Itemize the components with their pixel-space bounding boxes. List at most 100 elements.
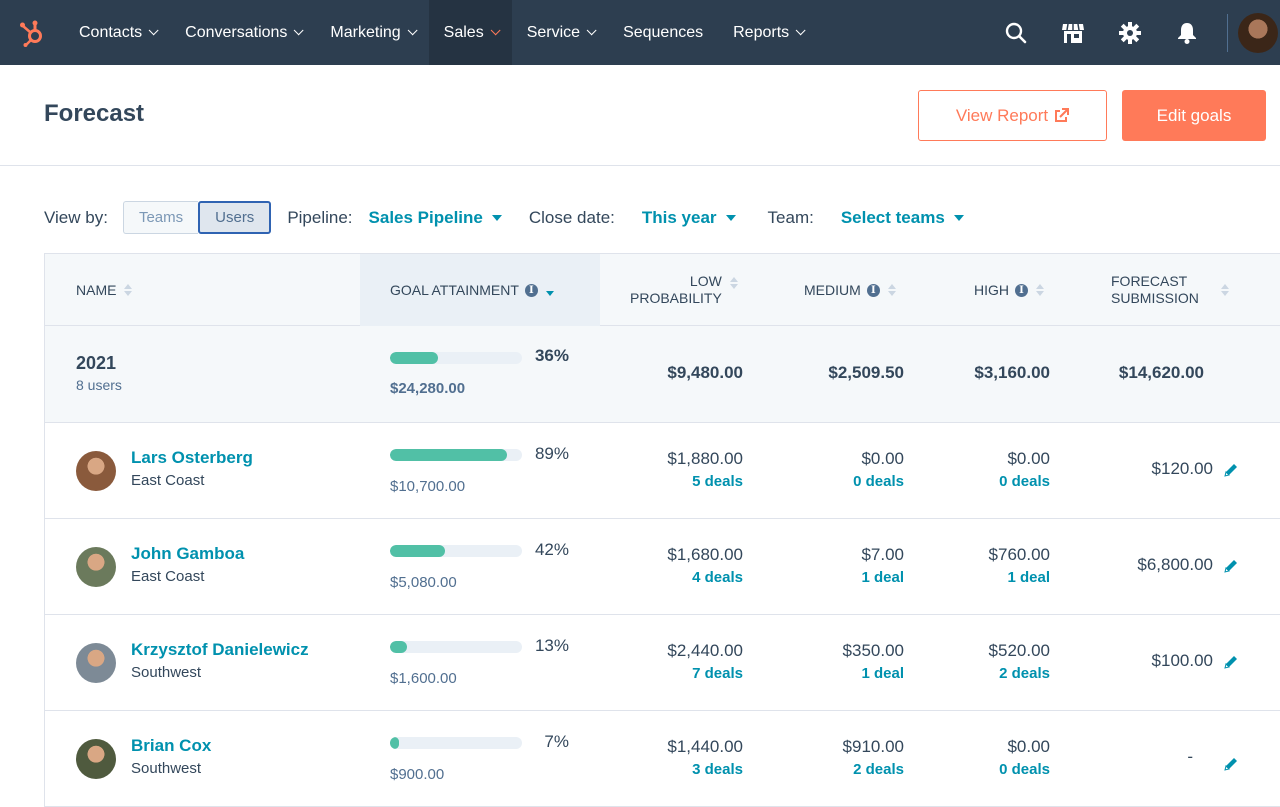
edit-pencil-icon[interactable]: [1222, 461, 1240, 479]
nav-item-contacts[interactable]: Contacts: [64, 0, 170, 65]
edit-goals-button[interactable]: Edit goals: [1122, 90, 1266, 141]
low-probability-amount: $2,440.00: [667, 641, 743, 660]
goal-progress-bar: [390, 545, 522, 557]
high-amount: $0.00: [1007, 449, 1050, 468]
low-probability-deals-link[interactable]: 7 deals: [692, 665, 743, 682]
high-deals-link[interactable]: 2 deals: [999, 665, 1050, 682]
notifications-icon[interactable]: [1158, 0, 1215, 65]
edit-pencil-icon[interactable]: [1222, 557, 1240, 575]
goal-amount: $10,700.00: [390, 478, 466, 495]
table-header: NAME GOAL ATTAINMENT i LOW PROBABILITY M…: [45, 254, 1280, 326]
high-total: $3,160.00: [974, 363, 1050, 382]
info-icon[interactable]: i: [866, 283, 880, 297]
chevron-down-icon: [407, 25, 418, 36]
nav-item-conversations[interactable]: Conversations: [170, 0, 315, 65]
edit-pencil-icon[interactable]: [1222, 755, 1240, 773]
column-header-low-probability[interactable]: LOW PROBABILITY: [630, 254, 738, 326]
column-label-line1: FORECAST: [1111, 273, 1188, 289]
summary-row: 2021 8 users 36% $24,280.00 $9,480.00 $2…: [45, 326, 1280, 423]
team-value: Select teams: [840, 207, 945, 227]
sort-icon: [1220, 284, 1229, 296]
caret-down-icon: [953, 214, 964, 221]
close-date-dropdown[interactable]: This year: [642, 208, 736, 228]
user-name-link[interactable]: Lars Osterberg: [131, 448, 253, 468]
goal-attainment-percent: 89%: [534, 444, 569, 463]
low-probability-deals-link[interactable]: 5 deals: [692, 473, 743, 490]
view-by-label: View by:: [44, 207, 108, 227]
search-icon[interactable]: [987, 0, 1044, 65]
goal-amount: $900.00: [390, 766, 445, 783]
column-header-goal-attainment[interactable]: GOAL ATTAINMENT i: [360, 254, 600, 326]
hubspot-logo-icon[interactable]: [0, 0, 64, 65]
settings-icon[interactable]: [1101, 0, 1158, 65]
pipeline-value: Sales Pipeline: [368, 207, 483, 227]
table-row: Krzysztof Danielewicz Southwest 13% $1,6…: [45, 615, 1280, 711]
view-by-toggle: Teams Users: [122, 201, 272, 234]
high-deals-link[interactable]: 0 deals: [999, 761, 1050, 778]
goal-progress-fill: [390, 641, 408, 653]
column-header-high[interactable]: HIGH i: [974, 254, 1044, 326]
sort-icon: [545, 284, 554, 296]
user-team: East Coast: [131, 472, 205, 489]
medium-deals-link[interactable]: 2 deals: [853, 761, 904, 778]
info-icon[interactable]: i: [1015, 283, 1028, 297]
view-by-teams[interactable]: Teams: [122, 201, 199, 234]
goal-amount: $5,080.00: [390, 574, 457, 591]
low-probability-deals-link[interactable]: 3 deals: [692, 761, 743, 778]
view-report-button[interactable]: View Report: [918, 90, 1107, 141]
edit-pencil-icon[interactable]: [1222, 653, 1240, 671]
high-deals-link[interactable]: 1 deal: [1007, 569, 1050, 586]
user-team: Southwest: [131, 760, 202, 777]
chevron-down-icon: [148, 25, 159, 36]
filter-bar: View by: Teams Users Pipeline: Sales Pip…: [44, 200, 964, 235]
low-probability-deals-link[interactable]: 4 deals: [692, 569, 743, 586]
nav-menu: Contacts Conversations Marketing Sales Servi…: [64, 0, 817, 65]
medium-amount: $350.00: [842, 641, 904, 660]
nav-item-service[interactable]: Service: [512, 0, 608, 65]
goal-progress-fill: [390, 352, 438, 364]
column-header-forecast-submission[interactable]: FORECAST SUBMISSION: [1111, 254, 1229, 326]
sort-icon: [124, 284, 133, 296]
nav-item-sales[interactable]: Sales: [428, 0, 512, 65]
low-probability-total: $9,480.00: [667, 363, 743, 382]
column-header-medium[interactable]: MEDIUM i: [804, 254, 896, 326]
user-name-link[interactable]: Krzysztof Danielewicz: [131, 640, 309, 660]
sort-icon: [887, 284, 896, 296]
pipeline-dropdown[interactable]: Sales Pipeline: [369, 208, 502, 228]
page-header: Forecast View Report Edit goals: [0, 65, 1280, 166]
marketplace-icon[interactable]: [1044, 0, 1101, 65]
external-link-icon: [1055, 107, 1070, 122]
nav-item-label: Marketing: [330, 23, 401, 41]
view-by-users[interactable]: Users: [198, 201, 272, 234]
close-date-label: Close date:: [528, 207, 615, 227]
medium-deals-link[interactable]: 0 deals: [853, 473, 904, 490]
nav-item-reports[interactable]: Reports: [718, 0, 817, 65]
avatar: [76, 451, 116, 491]
medium-deals-link[interactable]: 1 deal: [861, 665, 904, 682]
low-probability-amount: $1,880.00: [667, 449, 743, 468]
medium-deals-link[interactable]: 1 deal: [861, 569, 904, 586]
column-label: HIGH: [974, 281, 1009, 298]
user-team: Southwest: [131, 664, 202, 681]
goal-amount: $24,280.00: [390, 380, 466, 397]
goal-attainment-percent: 42%: [534, 540, 569, 559]
nav-item-label: Sequences: [623, 23, 704, 41]
nav-utilities: [987, 0, 1280, 65]
user-avatar[interactable]: [1238, 12, 1278, 53]
column-header-name[interactable]: NAME: [76, 254, 133, 326]
sort-icon: [729, 277, 738, 289]
forecast-submission-value: $120.00: [1151, 459, 1213, 478]
goal-progress-bar: [390, 737, 522, 749]
high-deals-link[interactable]: 0 deals: [999, 473, 1050, 490]
nav-item-sequences[interactable]: Sequences: [608, 0, 718, 65]
forecast-total: $14,620.00: [1118, 363, 1204, 382]
low-probability-amount: $1,440.00: [667, 737, 743, 756]
nav-item-marketing[interactable]: Marketing: [315, 0, 428, 65]
column-label-line2: PROBABILITY: [630, 290, 722, 306]
goal-progress-fill: [390, 449, 508, 461]
user-name-link[interactable]: John Gamboa: [131, 544, 244, 564]
info-icon[interactable]: i: [524, 283, 538, 297]
user-name-link[interactable]: Brian Cox: [131, 736, 211, 756]
forecast-submission-value: -: [1187, 747, 1193, 766]
team-dropdown[interactable]: Select teams: [841, 208, 964, 228]
